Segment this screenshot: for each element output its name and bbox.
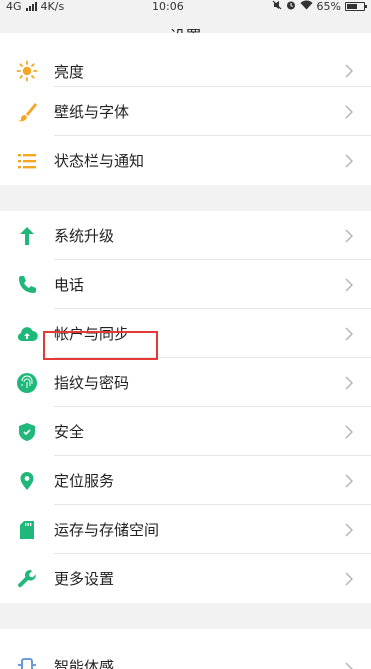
wrench-icon bbox=[16, 568, 38, 590]
settings-item-label: 更多设置 bbox=[54, 570, 115, 588]
wifi-icon bbox=[300, 0, 313, 13]
settings-item-account-sync[interactable]: 帐户与同步 bbox=[0, 309, 371, 358]
battery-icon bbox=[345, 2, 367, 11]
shield-icon bbox=[16, 421, 38, 443]
chevron-right-icon bbox=[341, 375, 357, 391]
paintbrush-icon bbox=[16, 101, 38, 123]
settings-item-brightness[interactable]: 亮度 bbox=[0, 33, 371, 87]
chevron-right-icon bbox=[341, 326, 357, 342]
settings-item-status-bar-notification[interactable]: 状态栏与通知 bbox=[0, 136, 371, 185]
settings-item-label: 智能体感 bbox=[54, 658, 115, 669]
settings-item-phone[interactable]: 电话 bbox=[0, 260, 371, 309]
settings-item-label: 壁纸与字体 bbox=[54, 103, 130, 121]
settings-item-system-update[interactable]: 系统升级 bbox=[0, 211, 371, 260]
alarm-clock-icon bbox=[286, 0, 296, 13]
settings-group-system: 系统升级 电话 帐户与同步 指纹与密码 安全 定位服务 运存与存储空间 更多设置 bbox=[0, 211, 371, 603]
settings-item-location[interactable]: 定位服务 bbox=[0, 456, 371, 505]
chevron-right-icon bbox=[341, 104, 357, 120]
network-type: 4G bbox=[6, 0, 22, 13]
settings-item-label: 状态栏与通知 bbox=[54, 152, 145, 170]
settings-item-label: 指纹与密码 bbox=[54, 374, 130, 392]
settings-item-label: 电话 bbox=[54, 276, 85, 294]
chevron-right-icon bbox=[341, 63, 357, 79]
chevron-right-icon bbox=[341, 277, 357, 293]
network-speed: 4K/s bbox=[40, 0, 65, 13]
cloud-sync-icon bbox=[16, 323, 38, 345]
chevron-right-icon bbox=[341, 153, 357, 169]
location-pin-icon bbox=[16, 470, 38, 492]
settings-group-display: 亮度 壁纸与字体 状态栏与通知 bbox=[0, 33, 371, 185]
chevron-right-icon bbox=[341, 473, 357, 489]
status-left: 4G 4K/s bbox=[6, 0, 64, 13]
settings-item-security[interactable]: 安全 bbox=[0, 407, 371, 456]
settings-item-label: 安全 bbox=[54, 423, 85, 441]
settings-item-fingerprint-password[interactable]: 指纹与密码 bbox=[0, 358, 371, 407]
chevron-right-icon bbox=[341, 571, 357, 587]
sd-card-icon bbox=[16, 519, 38, 541]
signal-strength-icon bbox=[25, 2, 37, 11]
chevron-right-icon bbox=[341, 228, 357, 244]
settings-item-label: 系统升级 bbox=[54, 227, 115, 245]
group-separator bbox=[0, 603, 371, 629]
notification-lines-icon bbox=[16, 150, 38, 172]
settings-group-smart: 智能体感 bbox=[0, 629, 371, 669]
settings-item-label: 亮度 bbox=[54, 62, 85, 81]
brightness-sun-icon bbox=[16, 60, 38, 82]
settings-item-wallpaper-font[interactable]: 壁纸与字体 bbox=[0, 87, 371, 136]
status-right: 65% bbox=[272, 0, 367, 13]
settings-item-memory-storage[interactable]: 运存与存储空间 bbox=[0, 505, 371, 554]
settings-item-label: 定位服务 bbox=[54, 472, 115, 490]
chevron-right-icon bbox=[341, 661, 357, 669]
phone-icon bbox=[16, 274, 38, 296]
smart-motion-icon bbox=[16, 657, 38, 669]
chevron-right-icon bbox=[341, 522, 357, 538]
settings-item-more-settings[interactable]: 更多设置 bbox=[0, 554, 371, 603]
status-time: 10:06 bbox=[152, 0, 184, 13]
group-separator bbox=[0, 185, 371, 211]
fingerprint-icon bbox=[16, 372, 38, 394]
settings-item-label: 帐户与同步 bbox=[54, 325, 130, 343]
status-bar: 4G 4K/s 10:06 65% bbox=[0, 0, 371, 13]
settings-item-smart-motion[interactable]: 智能体感 bbox=[0, 629, 371, 669]
arrow-up-icon bbox=[16, 225, 38, 247]
mute-icon bbox=[272, 0, 282, 13]
battery-percent: 65% bbox=[316, 0, 341, 13]
settings-item-label: 运存与存储空间 bbox=[54, 521, 160, 539]
chevron-right-icon bbox=[341, 424, 357, 440]
